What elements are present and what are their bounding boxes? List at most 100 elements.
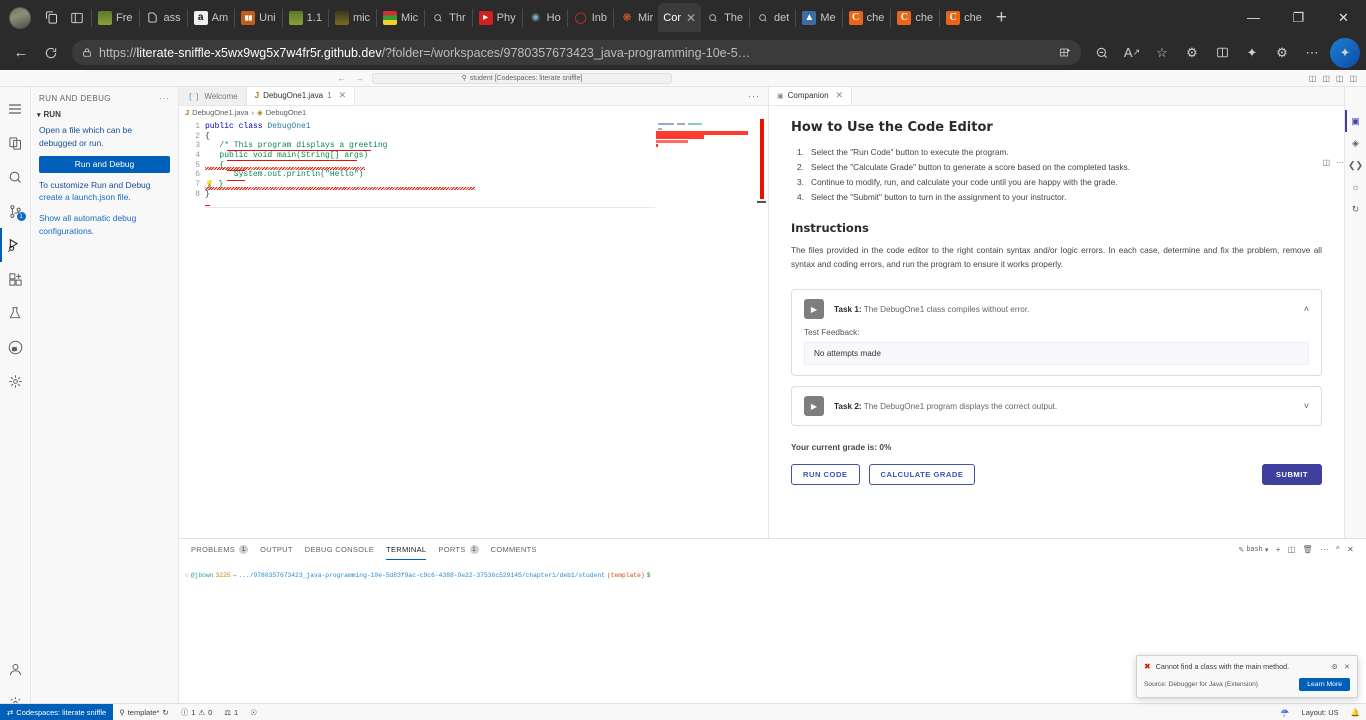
browser-tab-13[interactable]: The — [701, 3, 748, 32]
brightness-icon[interactable]: ☼ — [1345, 176, 1366, 198]
browser-tab-6[interactable]: Mic — [378, 3, 423, 32]
panel-more-icon[interactable]: ··· — [1320, 545, 1329, 554]
run-and-debug-button[interactable]: Run and Debug — [39, 155, 170, 173]
codespaces-icon[interactable] — [0, 364, 31, 398]
tab-output[interactable]: OUTPUT — [260, 539, 293, 560]
close-panel-icon[interactable]: ✕ — [1347, 545, 1354, 554]
accounts-icon[interactable] — [0, 652, 31, 686]
zoom-out-icon[interactable] — [1087, 38, 1117, 68]
collections-icon[interactable]: ✦ — [1237, 38, 1267, 68]
task-header-2[interactable]: ▶ Task 2: The DebugOne1 program displays… — [792, 387, 1321, 425]
browser-tab-2[interactable]: a Am — [189, 3, 234, 32]
show-all-configs-link[interactable]: Show all automatic debug configurations. — [39, 213, 136, 236]
split-view-icon[interactable] — [1059, 47, 1071, 59]
browser-tab-5[interactable]: mic — [330, 3, 375, 32]
source-control-icon[interactable]: 1 — [0, 194, 31, 228]
run-task-icon[interactable]: ▶ — [804, 299, 824, 319]
tab-ports[interactable]: PORTS 1 — [438, 539, 479, 560]
browser-tab-7[interactable]: Thr — [426, 3, 471, 32]
profile-avatar[interactable] — [9, 6, 31, 29]
quick-input-bar[interactable]: ⚲ student [Codespaces: literate sniffle] — [372, 72, 672, 84]
browser-tab-10[interactable]: ◯ Inb — [569, 3, 612, 32]
browser-tab-1[interactable]: ass — [141, 3, 186, 32]
gear-icon[interactable]: ⚙ — [1332, 662, 1338, 671]
close-icon[interactable]: ✕ — [686, 11, 696, 25]
split-editor-icon[interactable]: ◫ — [1322, 158, 1330, 167]
kill-terminal-icon[interactable]: 🗑 — [1303, 545, 1313, 554]
history-icon[interactable]: ↻ — [1345, 198, 1366, 220]
browser-tab-14[interactable]: det — [751, 3, 794, 32]
run-code-button[interactable]: RUN CODE — [791, 464, 860, 485]
address-bar[interactable]: https://literate-sniffle-x5wx9wg5x7w4fr5… — [72, 40, 1081, 65]
back-button[interactable]: ← — [6, 38, 36, 68]
run-and-debug-icon[interactable] — [0, 228, 31, 262]
status-branch[interactable]: ⚲ template* ↻ — [113, 704, 174, 720]
toggle-panel-icon[interactable]: ◫ — [1322, 74, 1330, 83]
overview-ruler[interactable] — [755, 119, 768, 538]
editor-tab-companion[interactable]: ▣ Companion ✕ — [769, 87, 853, 105]
split-terminal-icon[interactable]: ◫ — [1288, 545, 1296, 554]
browser-tab-4[interactable]: 1.1 — [284, 3, 327, 32]
run-section-header[interactable]: ▾ RUN — [31, 109, 178, 120]
maximize-panel-icon[interactable]: ^ — [1336, 545, 1340, 554]
breadcrumb-file[interactable]: DebugOne1.java — [192, 108, 248, 117]
status-ports[interactable]: ⚖ 1 — [218, 704, 244, 720]
status-live-share[interactable]: ☉ — [244, 704, 263, 720]
search-icon[interactable] — [0, 160, 31, 194]
browser-tab-0[interactable]: Fre — [93, 3, 138, 32]
favorite-star-icon[interactable]: ☆ — [1147, 38, 1177, 68]
browser-tab-12-active[interactable]: Cor ✕ — [658, 3, 702, 32]
sync-icon[interactable]: ↻ — [162, 708, 168, 717]
minimize-button[interactable]: — — [1231, 0, 1276, 35]
reload-button[interactable] — [36, 38, 66, 68]
code-area[interactable]: 1 2 3 4 5 6 7 8 public class DebugOne1 {… — [179, 119, 768, 538]
learn-more-button[interactable]: Learn More — [1299, 678, 1350, 691]
tab-debug-console[interactable]: DEBUG CONSOLE — [305, 539, 374, 560]
github-icon[interactable] — [0, 330, 31, 364]
shell-selector[interactable]: ✎ bash ▾ — [1238, 546, 1268, 554]
browser-essentials-icon[interactable]: ⚙ — [1177, 38, 1207, 68]
status-problems[interactable]: ⓘ 1 ⚠ 0 — [175, 704, 219, 720]
chevron-up-icon[interactable]: ˄ — [1304, 304, 1309, 314]
more-options-icon[interactable]: ⋯ — [1297, 38, 1327, 68]
close-icon[interactable]: ✕ — [836, 90, 844, 101]
submit-button[interactable]: SUBMIT — [1261, 464, 1322, 485]
browser-tab-16[interactable]: Cche — [844, 3, 890, 32]
status-notifications[interactable]: 🔔 — [1345, 704, 1366, 720]
copilot-icon[interactable]: ✦ — [1330, 37, 1360, 68]
new-tab-button[interactable]: + — [987, 7, 1016, 29]
editor-tab-debugone1[interactable]: J DebugOne1.java 1 ✕ — [246, 87, 356, 105]
customize-layout-icon[interactable]: ◫ — [1349, 74, 1357, 83]
editor-actions-more-icon[interactable]: ··· — [748, 91, 768, 101]
close-icon[interactable]: ✕ — [1344, 662, 1350, 671]
extensions-icon[interactable]: ⚙ — [1267, 38, 1297, 68]
go-back-icon[interactable]: ← — [337, 73, 346, 83]
read-aloud-icon[interactable]: A ↗ — [1117, 38, 1147, 68]
browser-tab-17[interactable]: Cche — [892, 3, 938, 32]
calculate-grade-button[interactable]: CALCULATE GRADE — [868, 464, 976, 485]
chevron-down-icon[interactable]: ▾ — [1265, 546, 1269, 554]
tab-terminal[interactable]: TERMINAL — [386, 539, 426, 560]
tab-problems[interactable]: PROBLEMS 1 — [191, 539, 249, 560]
toggle-primary-sidebar-icon[interactable]: ◫ — [1309, 74, 1317, 83]
go-forward-icon[interactable]: → — [355, 73, 364, 83]
browser-tab-18[interactable]: Cche — [941, 3, 987, 32]
browser-tab-3[interactable]: Uni — [236, 3, 281, 32]
browser-tab-11[interactable]: ❋ Mir — [615, 3, 658, 32]
companion-panel-icon[interactable]: ▣ — [1345, 110, 1366, 132]
tab-groups-icon[interactable] — [38, 5, 64, 31]
minimap[interactable] — [656, 119, 748, 538]
maximize-button[interactable]: ❐ — [1276, 0, 1321, 35]
vscode-nav-arrows[interactable]: ← → — [337, 73, 364, 83]
status-bell[interactable]: ☔ — [1274, 704, 1295, 720]
status-layout[interactable]: Layout: US — [1296, 704, 1345, 720]
close-icon[interactable]: ✕ — [339, 90, 347, 101]
chevron-down-icon[interactable]: ˅ — [1304, 401, 1309, 411]
browser-tab-15[interactable]: ▲ Me — [797, 3, 840, 32]
split-screen-icon[interactable] — [64, 5, 90, 31]
toggle-secondary-sidebar-icon[interactable]: ◫ — [1336, 74, 1344, 83]
task-header-1[interactable]: ▶ Task 1: The DebugOne1 class compiles w… — [792, 290, 1321, 328]
sidebar-more-icon[interactable]: ··· — [159, 94, 170, 103]
code-icon[interactable]: ❮❯ — [1345, 154, 1366, 176]
tab-comments[interactable]: COMMENTS — [491, 539, 537, 560]
